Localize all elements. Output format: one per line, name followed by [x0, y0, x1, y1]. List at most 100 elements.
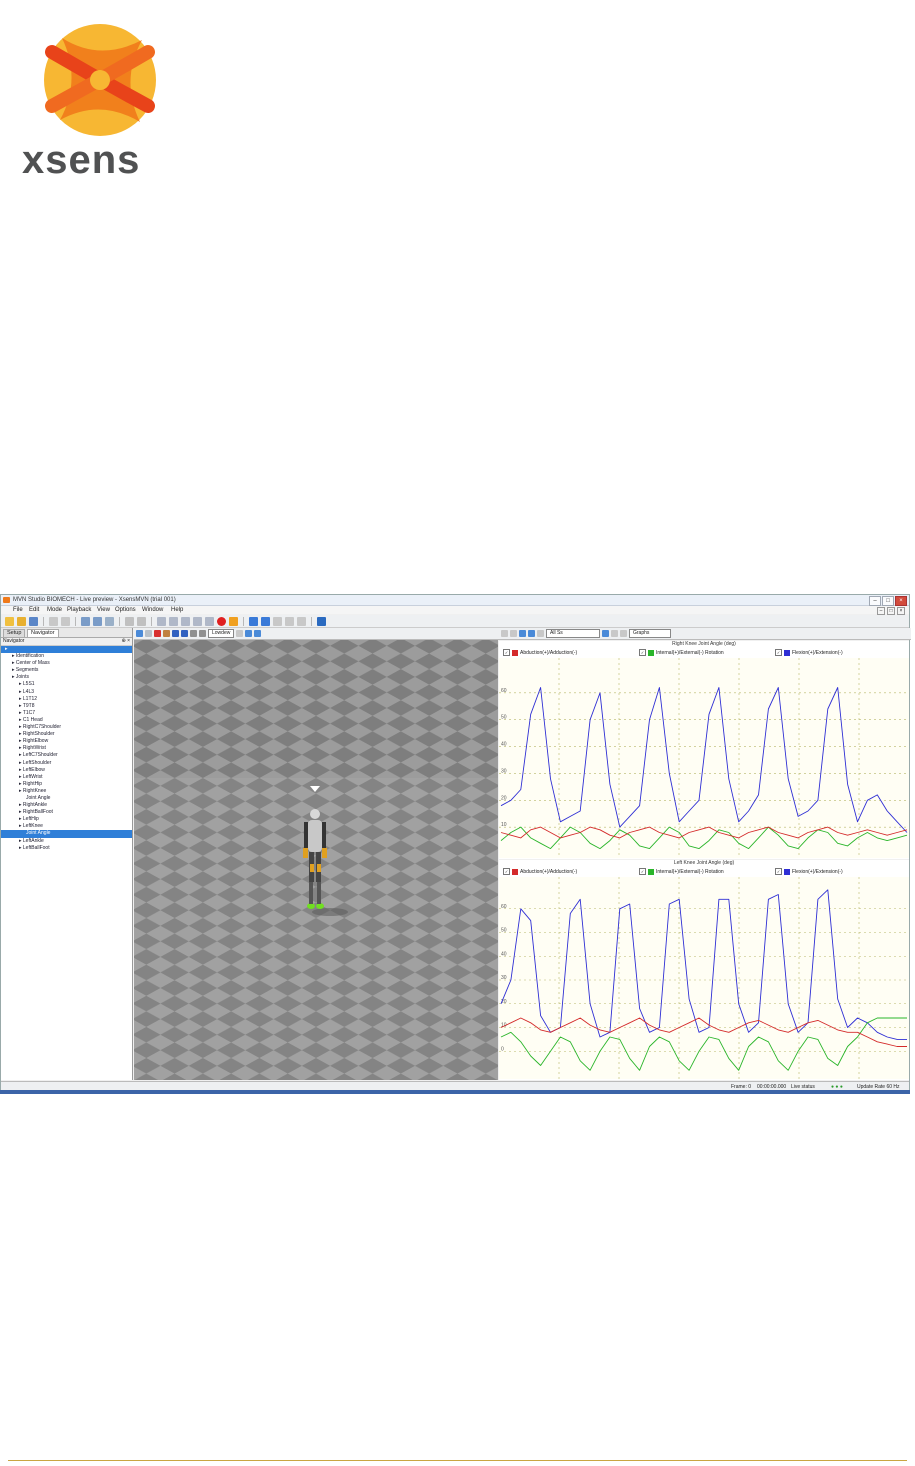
tree-item[interactable]: ▸ LeftAnkle [1, 838, 132, 845]
paste-icon[interactable] [61, 616, 70, 626]
legend-checkbox[interactable]: ✓ [503, 868, 510, 875]
edit-icon[interactable] [273, 616, 282, 626]
tree-item[interactable]: ▸ RightWrist [1, 745, 132, 752]
refresh-icon[interactable] [137, 616, 146, 626]
record-icon[interactable] [217, 616, 226, 626]
layout-icon[interactable] [297, 616, 306, 626]
chart-icon[interactable] [602, 630, 609, 637]
rotate-icon[interactable] [199, 630, 206, 637]
legend-checkbox[interactable]: ✓ [639, 868, 646, 875]
step-forward-icon[interactable] [193, 616, 202, 626]
tree-item[interactable]: ▸ L4L3 [1, 689, 132, 696]
split-view-icon[interactable] [245, 630, 253, 637]
menu-file[interactable]: File [13, 607, 23, 613]
close-button[interactable]: × [895, 596, 907, 606]
grid-icon[interactable] [136, 630, 143, 637]
legend-item[interactable]: ✓ Flexion(+)/Extension(-) [775, 868, 843, 875]
floor-icon[interactable] [145, 630, 152, 637]
legend-item[interactable]: ✓ Internal(+)/External(-) Rotation [639, 868, 724, 875]
mdi-minimize-button[interactable]: – [877, 607, 885, 615]
tree-item[interactable]: ▸ Identification [1, 653, 132, 660]
tree-item[interactable]: ▸ L1T12 [1, 696, 132, 703]
zoom-icon[interactable] [501, 630, 508, 637]
tree-item[interactable]: ▸ LeftC7Shoulder [1, 752, 132, 759]
camera-select[interactable]: Lowdew [208, 629, 235, 638]
tree-item[interactable]: ▸ LeftShoulder [1, 760, 132, 767]
tools-icon[interactable] [105, 616, 114, 626]
tree-item[interactable]: ▸ LeftBallFoot [1, 845, 132, 852]
undo-icon[interactable] [81, 616, 90, 626]
tree-item[interactable]: ▸ RightKnee [1, 788, 132, 795]
tree-item[interactable]: ▸ RightElbow [1, 738, 132, 745]
pin-icon[interactable]: ⊕ × [122, 638, 131, 644]
tree-item[interactable]: ▸ RightHip [1, 781, 132, 788]
tree-item[interactable]: Joint Angle [1, 830, 132, 838]
tree-item[interactable]: ▸ LeftKnee [1, 823, 132, 830]
tree-item[interactable]: ▸ RightAnkle [1, 802, 132, 809]
graph-plot[interactable]: 6050403020100 [499, 877, 909, 1079]
tree-item[interactable]: ▸ RightC7Shoulder [1, 724, 132, 731]
graph-plot[interactable]: 60 50 40 30 20 10 [499, 658, 909, 858]
body-icon[interactable] [249, 616, 258, 626]
tree-item[interactable]: ▸ RightBallFoot [1, 809, 132, 816]
menu-playback[interactable]: Playback [67, 607, 91, 613]
fit-icon[interactable] [519, 630, 526, 637]
legend-item[interactable]: ✓ Flexion(+)/Extension(-) [775, 649, 843, 656]
menu-window[interactable]: Window [142, 607, 163, 613]
legend-item[interactable]: ✓ Abduction(+)/Adduction(-) [503, 649, 577, 656]
mdi-restore-button[interactable]: □ [887, 607, 895, 615]
segments-icon[interactable] [181, 630, 188, 637]
3d-viewport[interactable] [134, 640, 498, 1080]
save-icon[interactable] [29, 616, 38, 626]
legend-checkbox[interactable]: ✓ [639, 649, 646, 656]
export-icon[interactable] [611, 630, 618, 637]
tree-item[interactable]: ▸ T1C7 [1, 710, 132, 717]
axes-icon[interactable] [528, 630, 535, 637]
tree-item[interactable]: ▸ Segments [1, 667, 132, 674]
legend-checkbox[interactable]: ✓ [503, 649, 510, 656]
tree-item[interactable]: ▸ LeftHip [1, 816, 132, 823]
new-file-icon[interactable] [5, 616, 14, 626]
redo-icon[interactable] [93, 616, 102, 626]
legend-item[interactable]: ✓ Abduction(+)/Adduction(-) [503, 868, 577, 875]
tree-item[interactable]: Joint Angle [1, 795, 132, 802]
marker-icon[interactable] [229, 616, 238, 626]
tab-navigator[interactable]: Navigator [27, 629, 59, 637]
layout-select[interactable]: Graphs [629, 629, 671, 638]
columns-icon[interactable] [537, 630, 544, 637]
reset-icon[interactable] [125, 616, 134, 626]
legend-item[interactable]: ✓ Internal(+)/External(-) Rotation [639, 649, 724, 656]
maximize-button[interactable]: □ [882, 596, 894, 606]
menu-help[interactable]: Help [171, 607, 183, 613]
tree-item[interactable]: ▸ RightShoulder [1, 731, 132, 738]
tree-item[interactable]: ▸ L5S1 [1, 681, 132, 688]
tab-setup[interactable]: Setup [3, 629, 26, 637]
calibrate-icon[interactable] [261, 616, 270, 626]
graph-icon[interactable] [285, 616, 294, 626]
tree-item[interactable]: ▸ Joints [1, 674, 132, 681]
scale-icon[interactable] [620, 630, 627, 637]
fullscreen-icon[interactable] [254, 630, 262, 637]
minimize-button[interactable]: – [869, 596, 881, 606]
copy-icon[interactable] [49, 616, 58, 626]
range-select[interactable]: All Ss [546, 629, 600, 638]
tree-item[interactable]: ▸ Center of Mass [1, 660, 132, 667]
network-icon[interactable] [317, 616, 326, 626]
skeleton-icon[interactable] [172, 630, 179, 637]
play-icon[interactable] [181, 616, 190, 626]
mdi-close-button[interactable]: × [897, 607, 905, 615]
go-end-icon[interactable] [205, 616, 214, 626]
avatar-icon[interactable] [163, 630, 170, 637]
legend-checkbox[interactable]: ✓ [775, 868, 782, 875]
go-start-icon[interactable] [157, 616, 166, 626]
expand-arrow-icon[interactable]: ▸ [5, 646, 8, 652]
tree-item[interactable]: ▸ [1, 646, 132, 654]
menu-options[interactable]: Options [115, 607, 136, 613]
triangle-icon[interactable] [154, 630, 161, 637]
tree-item[interactable]: ▸ LeftElbow [1, 767, 132, 774]
tree-item[interactable]: ▸ LeftWrist [1, 774, 132, 781]
menu-view[interactable]: View [97, 607, 110, 613]
camera-icon[interactable] [190, 630, 197, 637]
view-option-icon[interactable] [236, 630, 244, 637]
tree-item[interactable]: ▸ C1 Head [1, 717, 132, 724]
